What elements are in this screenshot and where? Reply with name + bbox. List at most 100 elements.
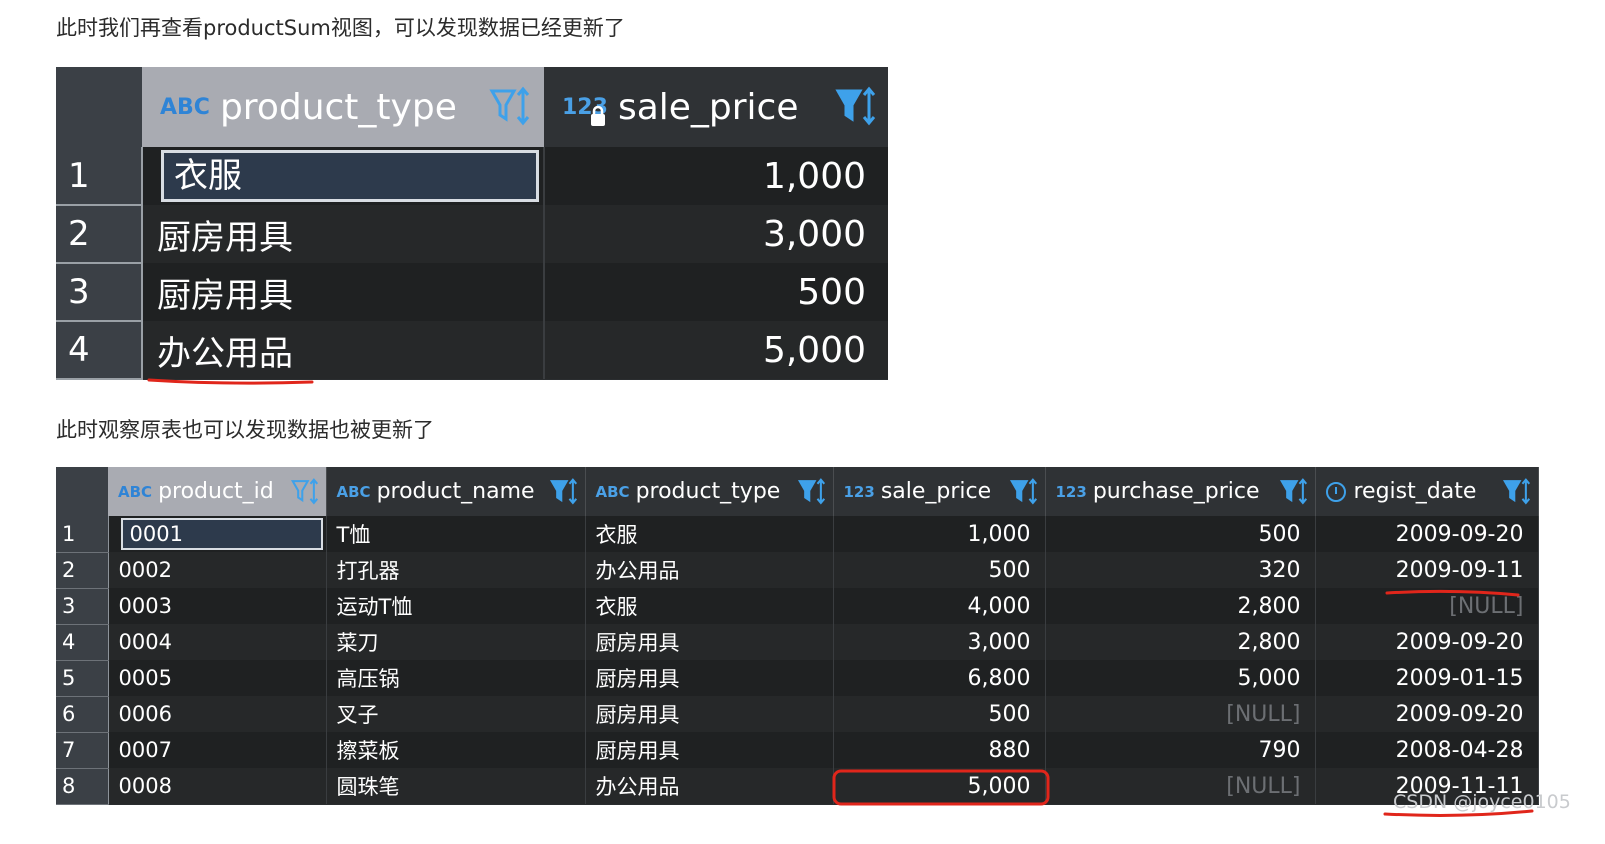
cell-product-type[interactable]: 厨房用具 [585,732,834,768]
cell-sale-price[interactable]: 1,000 [544,147,888,205]
cell-sale-price[interactable]: 6,800 [833,660,1046,696]
cell-product-id[interactable]: 0004 [108,624,327,660]
cell-sale-price[interactable]: 500 [833,552,1046,588]
table-row[interactable]: 3 0003 运动T恤 衣服 4,000 2,800 [NULL] [56,588,1539,625]
table-row[interactable]: 1 衣服 1,000 [56,147,888,206]
cell-product-type[interactable]: 办公用品 [585,768,834,804]
column-header-purchase-price[interactable]: 123 purchase_price [1045,467,1316,516]
cell-product-name[interactable]: 高压锅 [326,660,586,696]
row-number[interactable]: 1 [56,516,109,553]
cell-purchase-price[interactable]: [NULL] [1045,768,1316,804]
cell-purchase-price[interactable]: 500 [1045,516,1316,552]
filter-sort-icon[interactable] [290,477,320,507]
row-number[interactable]: 5 [56,660,109,697]
column-header-sale-price[interactable]: 123 sale_price [833,467,1046,516]
grid-corner-cell[interactable] [56,67,142,147]
cell-product-type[interactable]: 厨房用具 [585,660,834,696]
row-number[interactable]: 3 [56,263,143,322]
column-header-product-type[interactable]: ABC product_type [585,467,834,516]
column-header-product-id[interactable]: ABC product_id [108,467,327,516]
cell-regist-date[interactable]: 2009-09-11 [1315,552,1539,588]
cell-product-id[interactable]: 0005 [108,660,327,696]
cell-purchase-price[interactable]: 320 [1045,552,1316,588]
row-number[interactable]: 6 [56,696,109,733]
table-row[interactable]: 5 0005 高压锅 厨房用具 6,800 5,000 2009-01-15 [56,660,1539,697]
column-header-label: sale_price [617,86,799,128]
cell-product-id[interactable]: 0007 [108,732,327,768]
cell-sale-price[interactable]: 3,000 [833,624,1046,660]
cell-sale-price[interactable]: 5,000 [544,321,888,379]
cell-product-type[interactable]: 衣服 [142,147,545,205]
cell-regist-date[interactable]: 2009-09-20 [1315,696,1539,732]
table-row[interactable]: 7 0007 擦菜板 厨房用具 880 790 2008-04-28 [56,732,1539,769]
filter-sort-icon[interactable] [488,85,532,129]
filter-sort-icon[interactable] [1502,477,1532,507]
table-row[interactable]: 8 0008 圆珠笔 办公用品 5,000 [NULL] 2009-11-11 [56,768,1539,805]
cell-product-type[interactable]: 厨房用具 [585,624,834,660]
table-row[interactable]: 3 厨房用具 500 [56,263,888,322]
cell-product-type[interactable]: 厨房用具 [585,696,834,732]
row-number[interactable]: 4 [56,624,109,661]
filter-sort-icon[interactable] [1009,477,1039,507]
cell-product-type[interactable]: 厨房用具 [142,263,545,321]
cell-product-type[interactable]: 厨房用具 [142,205,545,263]
cell-product-type[interactable]: 衣服 [585,588,834,624]
selected-cell[interactable]: 衣服 [161,150,539,202]
cell-sale-price[interactable]: 500 [544,263,888,321]
row-number[interactable]: 1 [56,147,143,206]
row-number[interactable]: 2 [56,205,143,264]
cell-product-id[interactable]: 0008 [108,768,327,804]
cell-regist-date[interactable]: 2009-09-20 [1315,624,1539,660]
cell-purchase-price[interactable]: [NULL] [1045,696,1316,732]
watermark: CSDN @joyce0105 [1393,791,1571,813]
cell-sale-price[interactable]: 3,000 [544,205,888,263]
table-row[interactable]: 4 办公用品 5,000 [56,321,888,380]
grid-corner-cell[interactable] [56,467,108,516]
cell-purchase-price[interactable]: 2,800 [1045,588,1316,624]
row-number[interactable]: 3 [56,588,109,625]
cell-product-type[interactable]: 衣服 [585,516,834,552]
cell-regist-date[interactable]: 2009-09-20 [1315,516,1539,552]
cell-product-id[interactable]: 0006 [108,696,327,732]
column-header-regist-date[interactable]: regist_date [1315,467,1539,516]
row-number[interactable]: 7 [56,732,109,769]
cell-product-name[interactable]: 擦菜板 [326,732,586,768]
cell-product-id[interactable]: 0003 [108,588,327,624]
table-row[interactable]: 4 0004 菜刀 厨房用具 3,000 2,800 2009-09-20 [56,624,1539,661]
column-header-product-type[interactable]: ABC product_type [142,67,544,147]
cell-sale-price[interactable]: 500 [833,696,1046,732]
cell-product-name[interactable]: 菜刀 [326,624,586,660]
table-row[interactable]: 1 0001 T恤 衣服 1,000 500 2009-09-20 [56,516,1539,553]
cell-product-id[interactable]: 0002 [108,552,327,588]
filter-sort-icon[interactable] [834,85,878,129]
filter-sort-icon[interactable] [1279,477,1309,507]
row-number[interactable]: 4 [56,321,143,380]
cell-sale-price[interactable]: 1,000 [833,516,1046,552]
cell-sale-price[interactable]: 4,000 [833,588,1046,624]
row-number[interactable]: 8 [56,768,109,805]
filter-sort-icon[interactable] [797,477,827,507]
cell-purchase-price[interactable]: 790 [1045,732,1316,768]
cell-purchase-price[interactable]: 2,800 [1045,624,1316,660]
cell-product-name[interactable]: 打孔器 [326,552,586,588]
selected-cell[interactable]: 0001 [120,518,323,550]
cell-sale-price[interactable]: 880 [833,732,1046,768]
column-header-sale-price[interactable]: 123 sale_price [544,67,888,147]
table-row[interactable]: 2 厨房用具 3,000 [56,205,888,264]
row-number[interactable]: 2 [56,552,109,589]
cell-product-type[interactable]: 办公用品 [142,321,545,379]
cell-product-name[interactable]: 运动T恤 [326,588,586,624]
column-header-product-name[interactable]: ABC product_name [326,467,586,516]
table-row[interactable]: 6 0006 叉子 厨房用具 500 [NULL] 2009-09-20 [56,696,1539,733]
filter-sort-icon[interactable] [549,477,579,507]
cell-regist-date[interactable]: 2008-04-28 [1315,732,1539,768]
cell-product-name[interactable]: 叉子 [326,696,586,732]
table-row[interactable]: 2 0002 打孔器 办公用品 500 320 2009-09-11 [56,552,1539,589]
cell-purchase-price[interactable]: 5,000 [1045,660,1316,696]
cell-regist-date[interactable]: 2009-01-15 [1315,660,1539,696]
cell-product-id[interactable]: 0001 [108,516,327,552]
lock-icon [588,105,608,133]
cell-product-name[interactable]: T恤 [326,516,586,552]
cell-product-type[interactable]: 办公用品 [585,552,834,588]
cell-product-name[interactable]: 圆珠笔 [326,768,586,804]
